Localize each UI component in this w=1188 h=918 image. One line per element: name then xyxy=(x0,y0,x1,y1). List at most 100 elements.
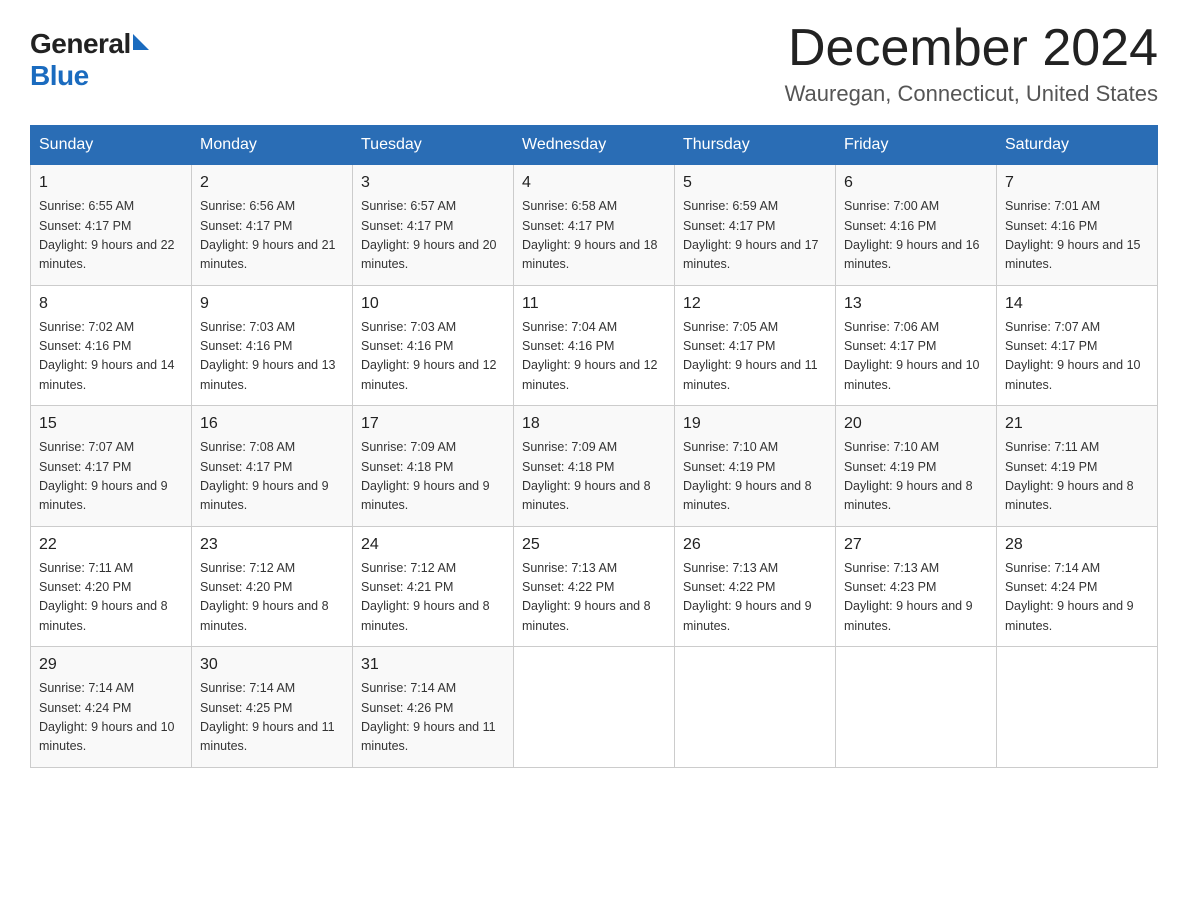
calendar-table: SundayMondayTuesdayWednesdayThursdayFrid… xyxy=(30,125,1158,768)
logo-arrow-icon xyxy=(133,34,149,50)
calendar-cell: 31Sunrise: 7:14 AMSunset: 4:26 PMDayligh… xyxy=(353,647,514,768)
day-number: 25 xyxy=(522,533,666,557)
day-number: 12 xyxy=(683,292,827,316)
day-number: 16 xyxy=(200,412,344,436)
day-info: Sunrise: 7:07 AMSunset: 4:17 PMDaylight:… xyxy=(39,438,183,516)
calendar-cell: 10Sunrise: 7:03 AMSunset: 4:16 PMDayligh… xyxy=(353,285,514,406)
calendar-cell: 19Sunrise: 7:10 AMSunset: 4:19 PMDayligh… xyxy=(675,406,836,527)
day-number: 30 xyxy=(200,653,344,677)
day-info: Sunrise: 6:56 AMSunset: 4:17 PMDaylight:… xyxy=(200,197,344,275)
calendar-week-row: 22Sunrise: 7:11 AMSunset: 4:20 PMDayligh… xyxy=(31,526,1158,647)
day-number: 29 xyxy=(39,653,183,677)
calendar-cell xyxy=(514,647,675,768)
day-info: Sunrise: 7:10 AMSunset: 4:19 PMDaylight:… xyxy=(844,438,988,516)
day-number: 11 xyxy=(522,292,666,316)
day-number: 3 xyxy=(361,171,505,195)
day-info: Sunrise: 7:10 AMSunset: 4:19 PMDaylight:… xyxy=(683,438,827,516)
day-info: Sunrise: 7:12 AMSunset: 4:21 PMDaylight:… xyxy=(361,559,505,637)
day-number: 27 xyxy=(844,533,988,557)
calendar-cell: 28Sunrise: 7:14 AMSunset: 4:24 PMDayligh… xyxy=(997,526,1158,647)
day-info: Sunrise: 7:11 AMSunset: 4:20 PMDaylight:… xyxy=(39,559,183,637)
day-info: Sunrise: 6:59 AMSunset: 4:17 PMDaylight:… xyxy=(683,197,827,275)
calendar-cell: 6Sunrise: 7:00 AMSunset: 4:16 PMDaylight… xyxy=(836,165,997,286)
day-info: Sunrise: 6:57 AMSunset: 4:17 PMDaylight:… xyxy=(361,197,505,275)
header-tuesday: Tuesday xyxy=(353,126,514,165)
day-number: 4 xyxy=(522,171,666,195)
calendar-cell: 16Sunrise: 7:08 AMSunset: 4:17 PMDayligh… xyxy=(192,406,353,527)
day-info: Sunrise: 7:00 AMSunset: 4:16 PMDaylight:… xyxy=(844,197,988,275)
day-info: Sunrise: 7:01 AMSunset: 4:16 PMDaylight:… xyxy=(1005,197,1149,275)
calendar-cell: 11Sunrise: 7:04 AMSunset: 4:16 PMDayligh… xyxy=(514,285,675,406)
calendar-week-row: 8Sunrise: 7:02 AMSunset: 4:16 PMDaylight… xyxy=(31,285,1158,406)
page-header: General Blue December 2024 Wauregan, Con… xyxy=(30,20,1158,107)
calendar-cell: 24Sunrise: 7:12 AMSunset: 4:21 PMDayligh… xyxy=(353,526,514,647)
day-info: Sunrise: 7:11 AMSunset: 4:19 PMDaylight:… xyxy=(1005,438,1149,516)
calendar-cell: 29Sunrise: 7:14 AMSunset: 4:24 PMDayligh… xyxy=(31,647,192,768)
calendar-cell: 3Sunrise: 6:57 AMSunset: 4:17 PMDaylight… xyxy=(353,165,514,286)
calendar-cell: 21Sunrise: 7:11 AMSunset: 4:19 PMDayligh… xyxy=(997,406,1158,527)
calendar-cell: 14Sunrise: 7:07 AMSunset: 4:17 PMDayligh… xyxy=(997,285,1158,406)
day-info: Sunrise: 7:03 AMSunset: 4:16 PMDaylight:… xyxy=(361,318,505,396)
day-info: Sunrise: 7:14 AMSunset: 4:26 PMDaylight:… xyxy=(361,679,505,757)
calendar-cell: 17Sunrise: 7:09 AMSunset: 4:18 PMDayligh… xyxy=(353,406,514,527)
day-info: Sunrise: 7:04 AMSunset: 4:16 PMDaylight:… xyxy=(522,318,666,396)
calendar-cell: 12Sunrise: 7:05 AMSunset: 4:17 PMDayligh… xyxy=(675,285,836,406)
calendar-cell: 15Sunrise: 7:07 AMSunset: 4:17 PMDayligh… xyxy=(31,406,192,527)
day-number: 9 xyxy=(200,292,344,316)
calendar-cell: 30Sunrise: 7:14 AMSunset: 4:25 PMDayligh… xyxy=(192,647,353,768)
calendar-cell: 26Sunrise: 7:13 AMSunset: 4:22 PMDayligh… xyxy=(675,526,836,647)
day-number: 22 xyxy=(39,533,183,557)
calendar-cell: 23Sunrise: 7:12 AMSunset: 4:20 PMDayligh… xyxy=(192,526,353,647)
calendar-cell: 20Sunrise: 7:10 AMSunset: 4:19 PMDayligh… xyxy=(836,406,997,527)
day-info: Sunrise: 7:07 AMSunset: 4:17 PMDaylight:… xyxy=(1005,318,1149,396)
day-info: Sunrise: 7:14 AMSunset: 4:24 PMDaylight:… xyxy=(39,679,183,757)
title-block: December 2024 Wauregan, Connecticut, Uni… xyxy=(785,20,1158,107)
day-number: 20 xyxy=(844,412,988,436)
day-number: 19 xyxy=(683,412,827,436)
day-info: Sunrise: 7:09 AMSunset: 4:18 PMDaylight:… xyxy=(361,438,505,516)
day-number: 1 xyxy=(39,171,183,195)
calendar-cell: 27Sunrise: 7:13 AMSunset: 4:23 PMDayligh… xyxy=(836,526,997,647)
calendar-cell: 4Sunrise: 6:58 AMSunset: 4:17 PMDaylight… xyxy=(514,165,675,286)
day-number: 6 xyxy=(844,171,988,195)
logo: General Blue xyxy=(30,28,149,92)
day-number: 8 xyxy=(39,292,183,316)
day-number: 18 xyxy=(522,412,666,436)
header-monday: Monday xyxy=(192,126,353,165)
logo-blue-text: Blue xyxy=(30,60,89,92)
day-number: 2 xyxy=(200,171,344,195)
calendar-cell: 5Sunrise: 6:59 AMSunset: 4:17 PMDaylight… xyxy=(675,165,836,286)
day-number: 23 xyxy=(200,533,344,557)
day-info: Sunrise: 7:12 AMSunset: 4:20 PMDaylight:… xyxy=(200,559,344,637)
calendar-cell: 25Sunrise: 7:13 AMSunset: 4:22 PMDayligh… xyxy=(514,526,675,647)
day-info: Sunrise: 7:05 AMSunset: 4:17 PMDaylight:… xyxy=(683,318,827,396)
calendar-cell: 9Sunrise: 7:03 AMSunset: 4:16 PMDaylight… xyxy=(192,285,353,406)
logo-general-text: General xyxy=(30,28,131,60)
day-info: Sunrise: 7:13 AMSunset: 4:22 PMDaylight:… xyxy=(683,559,827,637)
day-info: Sunrise: 7:08 AMSunset: 4:17 PMDaylight:… xyxy=(200,438,344,516)
calendar-cell: 18Sunrise: 7:09 AMSunset: 4:18 PMDayligh… xyxy=(514,406,675,527)
day-info: Sunrise: 7:13 AMSunset: 4:23 PMDaylight:… xyxy=(844,559,988,637)
day-info: Sunrise: 7:13 AMSunset: 4:22 PMDaylight:… xyxy=(522,559,666,637)
header-saturday: Saturday xyxy=(997,126,1158,165)
header-wednesday: Wednesday xyxy=(514,126,675,165)
day-number: 10 xyxy=(361,292,505,316)
calendar-cell: 13Sunrise: 7:06 AMSunset: 4:17 PMDayligh… xyxy=(836,285,997,406)
calendar-cell: 2Sunrise: 6:56 AMSunset: 4:17 PMDaylight… xyxy=(192,165,353,286)
calendar-cell: 1Sunrise: 6:55 AMSunset: 4:17 PMDaylight… xyxy=(31,165,192,286)
calendar-cell: 22Sunrise: 7:11 AMSunset: 4:20 PMDayligh… xyxy=(31,526,192,647)
location-title: Wauregan, Connecticut, United States xyxy=(785,81,1158,107)
day-number: 17 xyxy=(361,412,505,436)
calendar-cell xyxy=(836,647,997,768)
day-number: 26 xyxy=(683,533,827,557)
day-number: 21 xyxy=(1005,412,1149,436)
day-info: Sunrise: 7:06 AMSunset: 4:17 PMDaylight:… xyxy=(844,318,988,396)
calendar-week-row: 15Sunrise: 7:07 AMSunset: 4:17 PMDayligh… xyxy=(31,406,1158,527)
calendar-cell xyxy=(675,647,836,768)
day-number: 13 xyxy=(844,292,988,316)
day-info: Sunrise: 7:14 AMSunset: 4:24 PMDaylight:… xyxy=(1005,559,1149,637)
day-info: Sunrise: 7:03 AMSunset: 4:16 PMDaylight:… xyxy=(200,318,344,396)
header-thursday: Thursday xyxy=(675,126,836,165)
day-info: Sunrise: 7:09 AMSunset: 4:18 PMDaylight:… xyxy=(522,438,666,516)
calendar-cell: 8Sunrise: 7:02 AMSunset: 4:16 PMDaylight… xyxy=(31,285,192,406)
